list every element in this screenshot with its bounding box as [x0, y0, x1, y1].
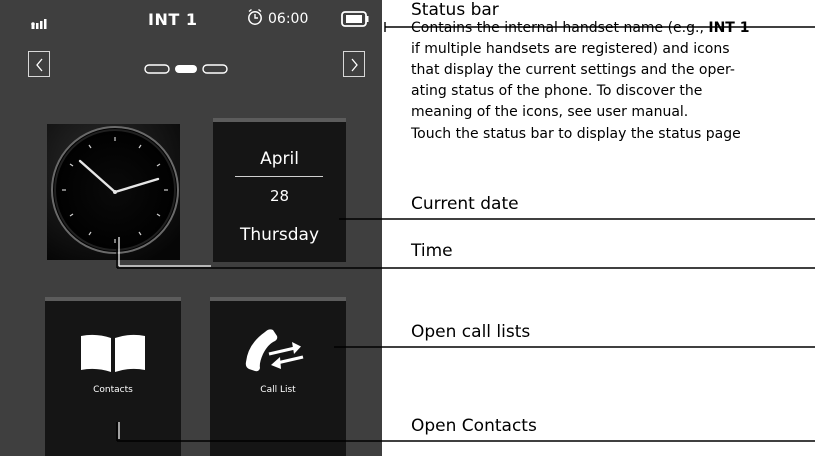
previous-page-button[interactable] — [28, 51, 50, 77]
annotation-text: if multiple handsets are registered) and… — [411, 41, 730, 57]
date-weekday: Thursday — [239, 225, 320, 245]
annotation-status-bar-title: Status bar — [411, 0, 499, 20]
annotation-status-bar-description: Contains the internal handset name (e.g.… — [411, 18, 815, 123]
annotation-text: ating status of the phone. To discover t… — [411, 83, 703, 99]
next-page-button[interactable] — [343, 51, 365, 77]
call-list-label: Call List — [260, 385, 296, 395]
annotation-status-bar-touch: Touch the status bar to display the stat… — [411, 126, 741, 142]
date-month: April — [260, 149, 299, 169]
annotation-time: Time — [411, 241, 453, 261]
annotation-text: that display the current settings and th… — [411, 62, 735, 78]
analog-clock-icon — [47, 124, 180, 260]
annotation-text: meaning of the icons, see user manual. — [411, 104, 689, 120]
clock-tile[interactable] — [47, 124, 180, 260]
date-separator — [235, 176, 323, 177]
date-day: 28 — [269, 187, 290, 205]
annotation-current-date: Current date — [411, 194, 519, 214]
handset-screen: INT 1 06:00 April 28 Thursday Contacts C… — [0, 0, 382, 456]
contacts-tile[interactable]: Contacts — [45, 297, 181, 456]
date-tile[interactable]: April 28 Thursday — [213, 118, 346, 262]
phone-arrows-icon — [243, 327, 313, 379]
battery-icon — [341, 11, 369, 31]
annotation-open-call-lists: Open call lists — [411, 322, 531, 342]
annotation-open-contacts: Open Contacts — [411, 416, 537, 436]
contacts-label: Contacts — [93, 385, 133, 395]
chevron-left-icon — [36, 58, 43, 72]
book-icon — [80, 334, 146, 376]
handset-name: INT 1 — [148, 10, 198, 29]
chevron-right-icon — [351, 58, 358, 72]
call-list-tile[interactable]: Call List — [210, 297, 346, 456]
annotation-text: Contains the internal handset name (e.g.… — [411, 20, 709, 36]
signal-icon — [31, 14, 47, 33]
status-time: 06:00 — [268, 11, 309, 27]
status-bar[interactable]: INT 1 06:00 — [0, 0, 382, 42]
page-indicator — [144, 60, 228, 79]
alarm-icon — [247, 8, 263, 30]
annotation-handset-example: INT 1 — [708, 20, 750, 36]
